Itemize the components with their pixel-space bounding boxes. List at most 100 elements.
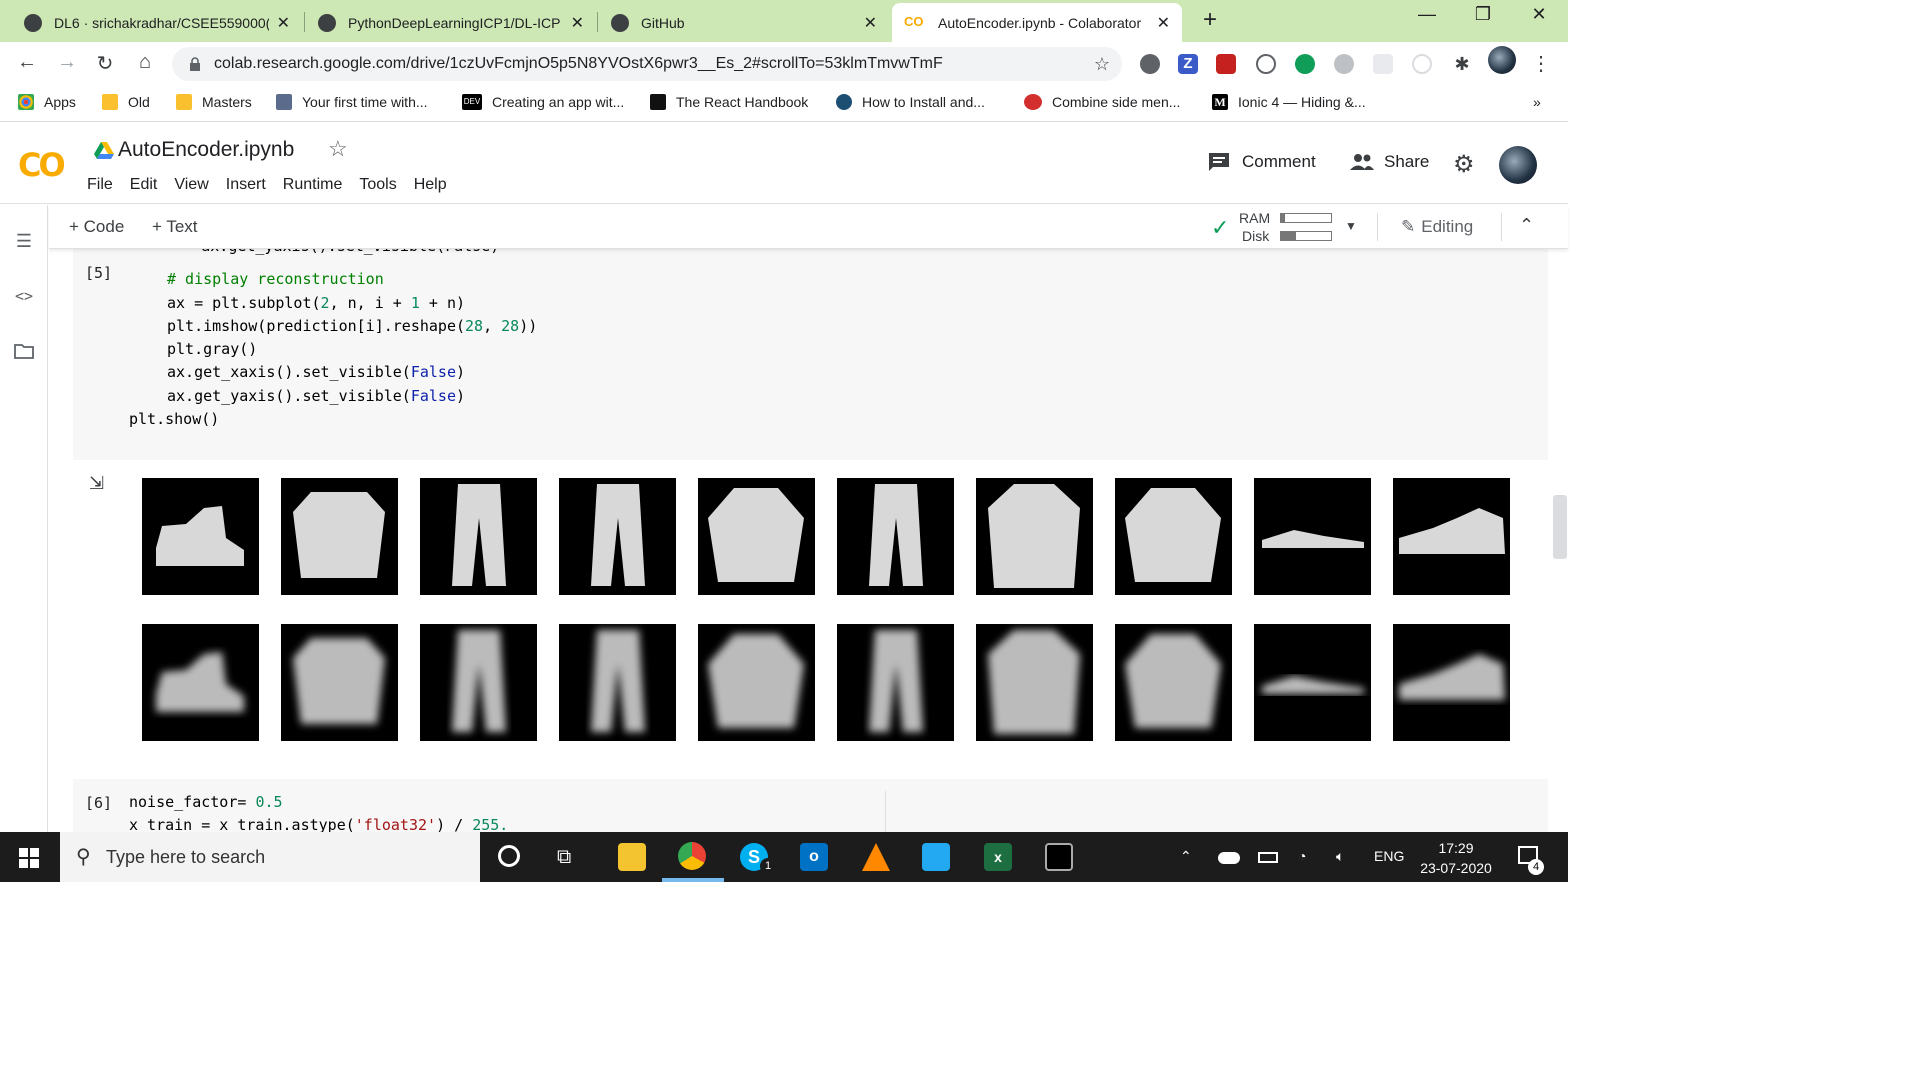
- menu-insert[interactable]: Insert: [226, 176, 266, 194]
- share-button[interactable]: Share: [1350, 152, 1429, 172]
- taskbar-search-box[interactable]: ⚲ Type here to search: [60, 832, 480, 882]
- extensions-puzzle-icon[interactable]: ✱: [1452, 54, 1472, 74]
- minimize-icon[interactable]: —: [1404, 4, 1450, 25]
- menu-help[interactable]: Help: [414, 176, 447, 194]
- star-notebook-icon[interactable]: ☆: [328, 136, 348, 162]
- bookmark-link[interactable]: M Ionic 4 — Hiding &...: [1212, 94, 1366, 110]
- colab-logo[interactable]: CO: [18, 146, 66, 184]
- chrome-icon[interactable]: [678, 842, 706, 870]
- output-actions-icon[interactable]: ⇲: [89, 473, 104, 494]
- runtime-dropdown-icon[interactable]: ▼: [1345, 219, 1357, 233]
- browser-tab[interactable]: DL6 · srichakradhar/CSEE559000( ✕: [12, 3, 302, 42]
- close-tab-icon[interactable]: ✕: [571, 13, 584, 33]
- zotero-extension-icon[interactable]: Z: [1178, 54, 1198, 74]
- browser-tab[interactable]: PythonDeepLearningICP1/DL-ICP ✕: [306, 3, 596, 42]
- settings-gear-icon[interactable]: ⚙: [1453, 150, 1475, 179]
- github-icon: [611, 13, 629, 32]
- bookmark-link[interactable]: DEV Creating an app wit...: [462, 94, 624, 110]
- code-line: plt.show(): [129, 410, 220, 429]
- extension-icon[interactable]: [1256, 54, 1276, 74]
- extension-icon[interactable]: [1373, 54, 1393, 74]
- close-tab-icon[interactable]: ✕: [864, 13, 877, 33]
- bookmarks-overflow[interactable]: »: [1533, 94, 1541, 110]
- search-icon: ⚲: [76, 846, 91, 868]
- add-code-cell-button[interactable]: + Code: [69, 217, 124, 237]
- show-hidden-icons-icon[interactable]: ⌃: [1180, 848, 1192, 865]
- editing-mode-button[interactable]: ✎ Editing: [1401, 217, 1473, 237]
- home-icon[interactable]: ⌂: [132, 51, 158, 74]
- menu-view[interactable]: View: [174, 176, 208, 194]
- reconstructed-image: [1115, 624, 1232, 741]
- bookmark-apps[interactable]: Apps: [18, 94, 76, 110]
- extension-icon[interactable]: [1140, 54, 1160, 74]
- browser-tab[interactable]: GitHub ✕: [599, 3, 889, 42]
- bookmark-link[interactable]: How to Install and...: [836, 94, 985, 110]
- notebook-scrollbar[interactable]: [1553, 495, 1567, 559]
- vscode-icon[interactable]: [922, 843, 950, 871]
- original-image: [837, 478, 954, 595]
- bookmark-link[interactable]: The React Handbook: [650, 94, 808, 110]
- close-window-icon[interactable]: ✕: [1516, 4, 1562, 25]
- extension-icon[interactable]: [1412, 54, 1432, 74]
- profile-avatar[interactable]: [1488, 46, 1516, 74]
- code-line: plt.imshow(prediction[i].reshape(28, 28)…: [167, 316, 538, 335]
- acrobat-extension-icon[interactable]: [1216, 54, 1236, 74]
- execution-count[interactable]: [6]: [85, 794, 112, 812]
- menu-edit[interactable]: Edit: [130, 176, 158, 194]
- terminal-icon[interactable]: [1045, 843, 1073, 871]
- address-bar[interactable]: colab.research.google.com/drive/1czUvFcm…: [172, 47, 1122, 81]
- wifi-icon[interactable]: ◔: [1298, 848, 1306, 864]
- user-avatar[interactable]: [1499, 146, 1537, 184]
- collapse-header-icon[interactable]: ⌃: [1519, 215, 1534, 236]
- menu-file[interactable]: File: [87, 176, 113, 194]
- grammarly-extension-icon[interactable]: [1295, 54, 1315, 74]
- bookmark-folder[interactable]: Old: [102, 94, 150, 110]
- tab-title: PythonDeepLearningICP1/DL-ICP: [348, 14, 561, 31]
- editor-ruler: [885, 791, 886, 832]
- code-editor[interactable]: noise_factor= 0.5 x_train = x_train.astyp…: [129, 791, 508, 832]
- extension-icon[interactable]: [1334, 54, 1354, 74]
- task-view-icon[interactable]: ⧉: [557, 846, 571, 869]
- vlc-icon[interactable]: [862, 843, 890, 871]
- browser-menu-icon[interactable]: ⋮: [1528, 51, 1554, 76]
- cortana-icon[interactable]: [498, 845, 520, 867]
- code-line: ax.get_xaxis().set_visible(False): [167, 363, 466, 382]
- file-explorer-icon[interactable]: [618, 843, 646, 871]
- bookmark-link[interactable]: Combine side men...: [1024, 94, 1180, 110]
- code-editor[interactable]: ax.get_yaxis().set_visible(False) # displ…: [129, 249, 537, 431]
- code-snippets-icon[interactable]: <>: [12, 287, 36, 305]
- back-icon[interactable]: ←: [14, 51, 40, 74]
- code-cell[interactable]: [6] noise_factor= 0.5 x_train = x_train.a…: [73, 779, 1548, 832]
- menu-tools[interactable]: Tools: [359, 176, 396, 194]
- forward-icon[interactable]: →: [54, 51, 80, 74]
- close-tab-icon[interactable]: ✕: [277, 13, 290, 33]
- code-cell[interactable]: [5] ax.get_yaxis().set_visible(False) # d…: [73, 249, 1548, 460]
- comment-button[interactable]: Comment: [1208, 152, 1316, 172]
- language-indicator[interactable]: ENG: [1374, 848, 1404, 864]
- add-text-cell-button[interactable]: + Text: [152, 217, 198, 237]
- files-folder-icon[interactable]: [12, 343, 36, 364]
- execution-count[interactable]: [5]: [85, 264, 112, 282]
- bookmark-folder[interactable]: Masters: [176, 94, 252, 110]
- onedrive-icon[interactable]: [1218, 852, 1240, 864]
- reconstructed-image: [281, 624, 398, 741]
- resource-monitor[interactable]: RAM Disk: [1239, 209, 1270, 245]
- battery-icon[interactable]: [1258, 852, 1278, 863]
- taskbar-clock[interactable]: 17:29 23-07-2020: [1410, 838, 1502, 878]
- table-of-contents-icon[interactable]: ☰: [12, 231, 36, 252]
- notebook-title[interactable]: AutoEncoder.ipynb: [118, 138, 294, 162]
- excel-icon[interactable]: x: [984, 843, 1012, 871]
- windows-start-icon[interactable]: [19, 848, 39, 868]
- new-tab-button[interactable]: +: [1196, 6, 1224, 34]
- notebook-area: [5] ax.get_yaxis().set_visible(False) # d…: [49, 249, 1568, 832]
- browser-tab-active[interactable]: CO AutoEncoder.ipynb - Colaborator ✕: [892, 3, 1182, 42]
- bookmark-link[interactable]: Your first time with...: [276, 94, 428, 110]
- bookmark-star-icon[interactable]: ☆: [1094, 54, 1110, 75]
- restore-icon[interactable]: ❐: [1460, 4, 1506, 25]
- close-tab-icon[interactable]: ✕: [1157, 13, 1170, 33]
- outlook-icon[interactable]: o: [800, 843, 828, 871]
- menu-runtime[interactable]: Runtime: [283, 176, 343, 194]
- editing-label: Editing: [1421, 217, 1474, 236]
- reload-icon[interactable]: ↻: [92, 51, 118, 76]
- volume-icon[interactable]: 🔈︎: [1336, 848, 1344, 865]
